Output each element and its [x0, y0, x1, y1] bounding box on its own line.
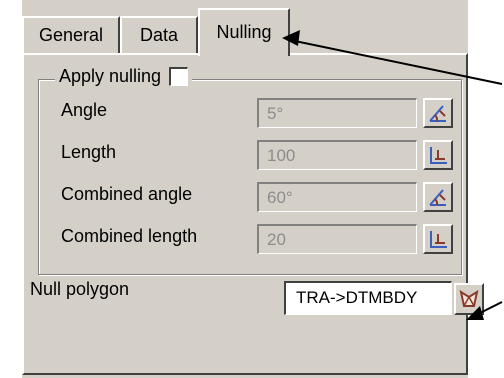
length-row: Length 100 — [39, 138, 461, 172]
combined-length-row: Combined length 20 — [39, 222, 461, 256]
tab-data[interactable]: Data — [120, 16, 198, 53]
right-margin — [468, 0, 504, 378]
apply-nulling-checkbox[interactable] — [169, 67, 189, 86]
null-polygon-label: Null polygon — [30, 279, 130, 299]
angle-label: Angle — [61, 100, 108, 120]
length-field[interactable]: 100 — [257, 140, 417, 170]
angle-pick-icon — [429, 189, 446, 206]
angle-pick-button[interactable] — [423, 98, 453, 128]
nulling-panel: Apply nulling Angle 5° Length 100 Combin… — [22, 53, 484, 375]
length-pick-button[interactable] — [423, 140, 453, 170]
angle-field[interactable]: 5° — [257, 98, 417, 128]
combined-length-field[interactable]: 20 — [257, 224, 417, 254]
tab-general[interactable]: General — [22, 16, 120, 53]
combined-angle-row: Combined angle 60° — [39, 180, 461, 214]
combined-angle-pick-button[interactable] — [423, 182, 453, 212]
length-pick-icon — [430, 231, 447, 248]
combined-length-pick-button[interactable] — [423, 224, 453, 254]
left-margin — [0, 0, 22, 378]
null-polygon-pick-button[interactable] — [454, 283, 484, 315]
combined-angle-label: Combined angle — [61, 184, 193, 204]
length-label: Length — [61, 142, 117, 162]
angle-row: Angle 5° — [39, 96, 461, 130]
dialog-window: General Data Nulling Apply nulling Angle… — [0, 0, 504, 378]
angle-pick-icon — [429, 105, 446, 122]
combined-length-label: Combined length — [61, 226, 198, 246]
length-pick-icon — [430, 147, 447, 164]
group-legend: Apply nulling — [55, 66, 193, 87]
polygon-pick-icon — [459, 289, 479, 307]
null-polygon-field[interactable]: TRA->DTMBDY — [284, 281, 452, 315]
apply-nulling-label: Apply nulling — [59, 66, 162, 86]
tab-nulling[interactable]: Nulling — [198, 8, 290, 56]
combined-angle-field[interactable]: 60° — [257, 182, 417, 212]
apply-nulling-group: Apply nulling Angle 5° Length 100 Combin… — [38, 66, 462, 275]
